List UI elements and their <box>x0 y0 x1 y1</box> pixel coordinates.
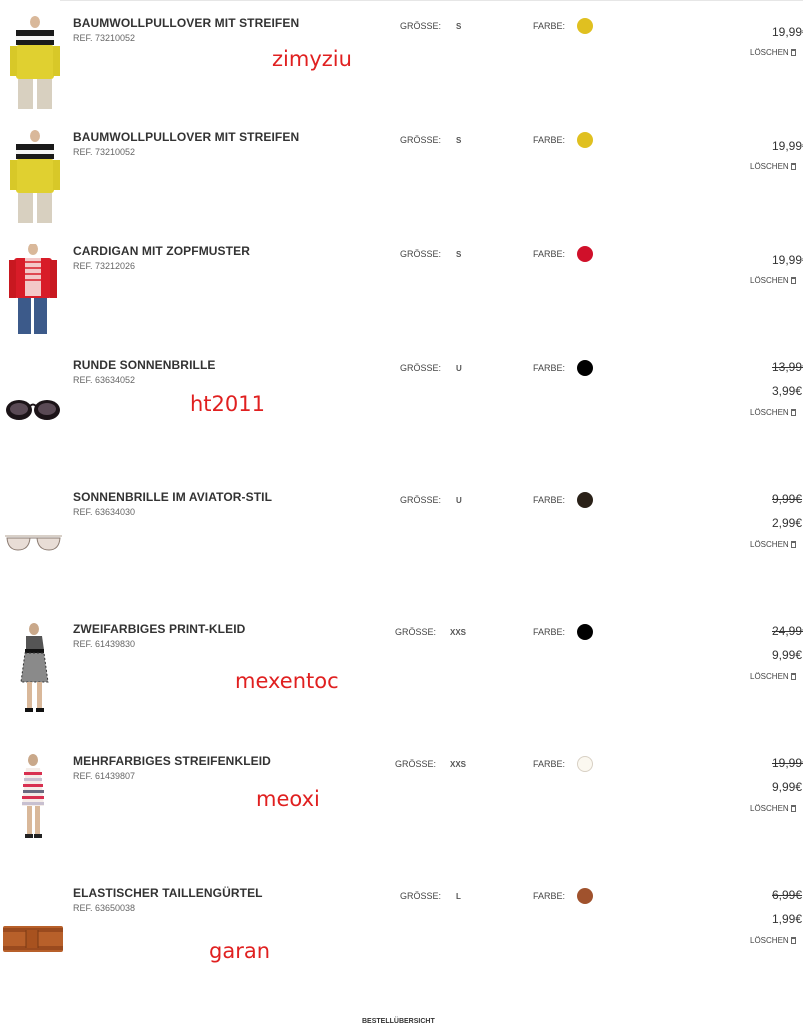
top-divider <box>60 0 803 1</box>
sale-price: 9,99€ <box>772 648 803 662</box>
product-name[interactable]: ZWEIFARBIGES PRINT-KLEID <box>73 622 245 636</box>
watermark-text: garan <box>209 939 271 963</box>
color-label: FARBE: <box>533 363 566 373</box>
size-value: L <box>456 892 461 901</box>
price: 19,99€ <box>772 253 803 267</box>
size-label: GRÖSSE: <box>400 249 442 259</box>
product-ref: REF. 73212026 <box>73 261 136 271</box>
watermark-text: mexentoc <box>235 669 339 693</box>
color-label: FARBE: <box>533 495 566 505</box>
sale-price: 2,99€ <box>772 516 803 530</box>
size-value: XXS <box>450 628 467 637</box>
size-label: GRÖSSE: <box>400 363 442 373</box>
product-ref: REF. 63634052 <box>73 375 136 385</box>
delete-label: LÖSCHEN <box>750 540 789 549</box>
sale-price: 1,99€ <box>772 912 803 926</box>
size-value: S <box>456 250 462 259</box>
product-name[interactable]: BAUMWOLLPULLOVER MIT STREIFEN <box>73 16 299 30</box>
delete-label: LÖSCHEN <box>750 276 789 285</box>
color-swatch <box>577 132 593 148</box>
product-ref: REF. 73210052 <box>73 147 136 157</box>
trash-icon <box>790 937 796 944</box>
original-price: 6,99€ <box>772 888 803 902</box>
trash-icon <box>790 673 796 680</box>
delete-button[interactable]: LÖSCHEN <box>750 162 796 171</box>
product-image[interactable] <box>0 16 70 116</box>
color-label: FARBE: <box>533 21 566 31</box>
size-label: GRÖSSE: <box>400 135 442 145</box>
color-label: FARBE: <box>533 135 566 145</box>
delete-label: LÖSCHEN <box>750 804 789 813</box>
color-swatch <box>577 18 593 34</box>
product-name[interactable]: RUNDE SONNENBRILLE <box>73 358 215 372</box>
watermark-text: ht2011 <box>190 392 265 416</box>
color-swatch <box>577 492 593 508</box>
delete-button[interactable]: LÖSCHEN <box>750 276 796 285</box>
product-name[interactable]: BAUMWOLLPULLOVER MIT STREIFEN <box>73 130 299 144</box>
product-image[interactable] <box>0 754 70 854</box>
product-name[interactable]: MEHRFARBIGES STREIFENKLEID <box>73 754 271 768</box>
original-price: 9,99€ <box>772 492 803 506</box>
color-swatch <box>577 624 593 640</box>
product-name[interactable]: CARDIGAN MIT ZOPFMUSTER <box>73 244 250 258</box>
price: 19,99€ <box>772 25 803 39</box>
size-label: GRÖSSE: <box>395 627 437 637</box>
delete-label: LÖSCHEN <box>750 48 789 57</box>
color-swatch <box>577 246 593 262</box>
product-image[interactable] <box>0 622 70 722</box>
color-swatch <box>577 888 593 904</box>
product-name[interactable]: SONNENBRILLE IM AVIATOR-STIL <box>73 490 272 504</box>
color-label: FARBE: <box>533 891 566 901</box>
sale-price: 3,99€ <box>772 384 803 398</box>
size-value: S <box>456 22 462 31</box>
color-label: FARBE: <box>533 627 566 637</box>
delete-button[interactable]: LÖSCHEN <box>750 936 796 945</box>
product-ref: REF. 61439830 <box>73 639 136 649</box>
trash-icon <box>790 541 796 548</box>
trash-icon <box>790 409 796 416</box>
trash-icon <box>790 49 796 56</box>
size-value: S <box>456 136 462 145</box>
color-swatch <box>577 756 593 772</box>
product-ref: REF. 61439807 <box>73 771 136 781</box>
original-price: 24,99€ <box>772 624 803 638</box>
delete-button[interactable]: LÖSCHEN <box>750 48 796 57</box>
product-ref: REF. 63650038 <box>73 903 136 913</box>
price: 19,99€ <box>772 139 803 153</box>
product-image[interactable] <box>0 130 70 230</box>
size-label: GRÖSSE: <box>400 891 442 901</box>
delete-button[interactable]: LÖSCHEN <box>750 672 796 681</box>
size-label: GRÖSSE: <box>400 21 442 31</box>
trash-icon <box>790 805 796 812</box>
delete-label: LÖSCHEN <box>750 936 789 945</box>
color-swatch <box>577 360 593 376</box>
product-image[interactable] <box>0 886 70 986</box>
size-label: GRÖSSE: <box>395 759 437 769</box>
delete-button[interactable]: LÖSCHEN <box>750 408 796 417</box>
product-image[interactable] <box>0 244 70 344</box>
product-name[interactable]: ELASTISCHER TAILLENGÜRTEL <box>73 886 263 900</box>
size-value: U <box>456 364 462 373</box>
original-price: 19,99€ <box>772 756 803 770</box>
size-value: U <box>456 496 462 505</box>
color-label: FARBE: <box>533 759 566 769</box>
size-value: XXS <box>450 760 467 769</box>
product-image[interactable] <box>0 358 70 458</box>
watermark-text: meoxi <box>256 787 320 811</box>
color-label: FARBE: <box>533 249 566 259</box>
watermark-text: zimyziu <box>272 47 352 71</box>
product-image[interactable] <box>0 490 70 590</box>
trash-icon <box>790 163 796 170</box>
delete-label: LÖSCHEN <box>750 408 789 417</box>
delete-label: LÖSCHEN <box>750 672 789 681</box>
trash-icon <box>790 277 796 284</box>
original-price: 13,99€ <box>772 360 803 374</box>
size-label: GRÖSSE: <box>400 495 442 505</box>
sale-price: 9,99€ <box>772 780 803 794</box>
delete-button[interactable]: LÖSCHEN <box>750 804 796 813</box>
delete-label: LÖSCHEN <box>750 162 789 171</box>
product-ref: REF. 73210052 <box>73 33 136 43</box>
delete-button[interactable]: LÖSCHEN <box>750 540 796 549</box>
product-ref: REF. 63634030 <box>73 507 136 517</box>
